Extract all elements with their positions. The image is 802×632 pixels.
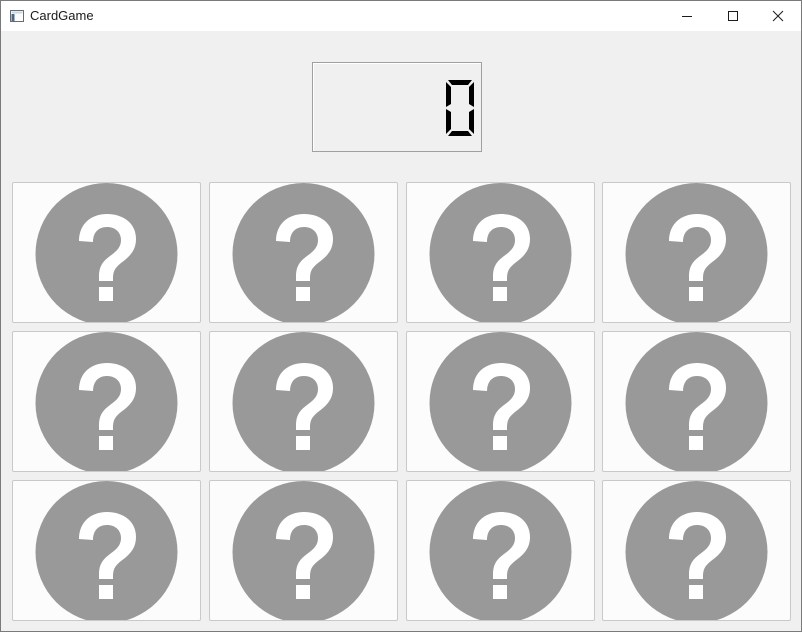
card[interactable]: ? [12,182,201,323]
card-symbol: ? [13,332,14,333]
score-value: 0 [313,63,314,64]
app-window: CardGame 0 ???? [0,0,802,632]
card[interactable]: ? [602,182,791,323]
card-symbol: ? [407,481,408,482]
card-symbol: ? [13,183,14,184]
card-symbol: ? [407,183,408,184]
question-mark-icon [625,183,768,322]
close-button[interactable] [755,1,801,31]
card[interactable]: ? [209,480,398,621]
card[interactable]: ? [406,480,595,621]
question-mark-icon [35,332,178,471]
card[interactable]: ? [406,182,595,323]
card-symbol: ? [210,183,211,184]
question-mark-icon [429,481,572,620]
window-app-icon [10,10,24,22]
card-symbol: ? [603,332,604,333]
minimize-icon [682,16,692,17]
title-bar[interactable]: CardGame [1,1,801,31]
question-mark-icon [35,481,178,620]
maximize-icon [728,11,738,21]
card-symbol: ? [210,332,211,333]
card-symbol: ? [603,481,604,482]
card[interactable]: ? [12,480,201,621]
question-mark-icon [35,183,178,322]
card-symbol: ? [13,481,14,482]
card-symbol: ? [407,332,408,333]
minimize-button[interactable] [664,1,710,31]
question-mark-icon [625,481,768,620]
card-symbol: ? [210,481,211,482]
card[interactable]: ? [209,182,398,323]
card-symbol: ? [603,183,604,184]
card[interactable]: ? [602,331,791,472]
close-icon [772,10,784,22]
lcd-digit [446,80,474,136]
question-mark-icon [625,332,768,471]
question-mark-icon [232,183,375,322]
card[interactable]: ? [602,480,791,621]
card[interactable]: ? [406,331,595,472]
window-title: CardGame [30,8,94,23]
question-mark-icon [429,332,572,471]
question-mark-icon [232,481,375,620]
card[interactable]: ? [12,331,201,472]
question-mark-icon [429,183,572,322]
maximize-button[interactable] [710,1,756,31]
card[interactable]: ? [209,331,398,472]
question-mark-icon [232,332,375,471]
score-lcd-display: 0 [312,62,482,152]
